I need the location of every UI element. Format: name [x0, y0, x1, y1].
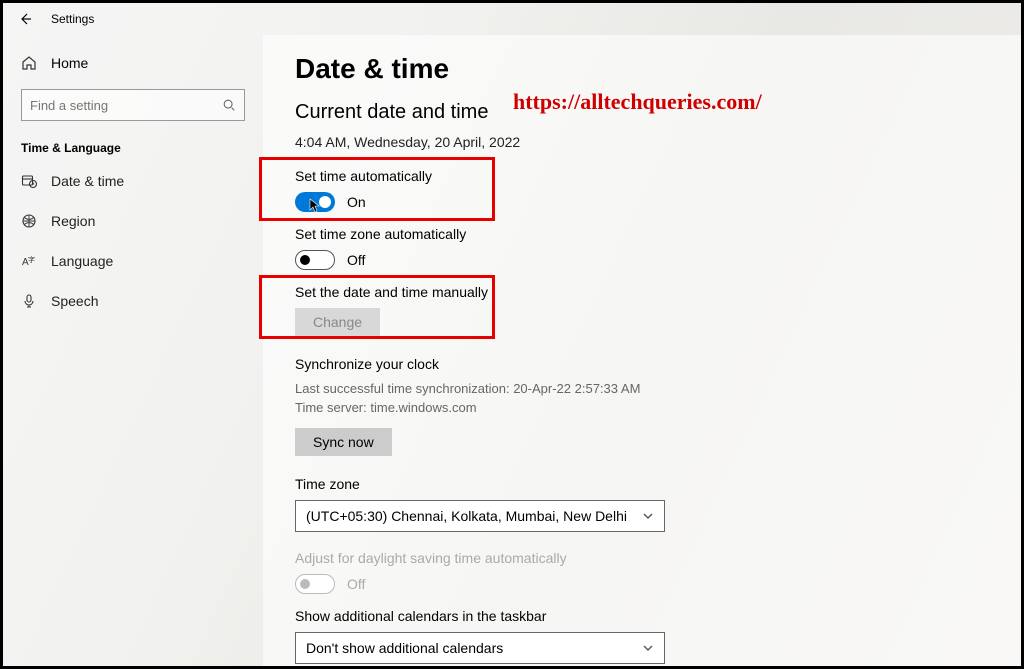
dst-state: Off: [347, 576, 365, 592]
watermark-text: https://alltechqueries.com/: [513, 89, 762, 115]
current-datetime: 4:04 AM, Wednesday, 20 April, 2022: [295, 134, 981, 150]
sidebar-item-speech[interactable]: Speech: [3, 281, 263, 321]
chevron-down-icon: [642, 510, 654, 522]
set-manual-label: Set the date and time manually: [295, 284, 981, 300]
dst-toggle: [295, 574, 335, 594]
timezone-value: (UTC+05:30) Chennai, Kolkata, Mumbai, Ne…: [306, 508, 627, 524]
sidebar-item-label: Date & time: [51, 173, 124, 189]
home-icon: [21, 55, 37, 71]
content-pane: Date & time Current date and time 4:04 A…: [263, 35, 1021, 666]
additional-cal-value: Don't show additional calendars: [306, 640, 503, 656]
dst-label: Adjust for daylight saving time automati…: [295, 550, 981, 566]
microphone-icon: [21, 293, 37, 309]
timezone-label: Time zone: [295, 476, 981, 492]
sidebar-item-region[interactable]: Region: [3, 201, 263, 241]
page-title: Date & time: [295, 53, 981, 85]
sync-heading: Synchronize your clock: [295, 356, 981, 372]
set-time-auto-state: On: [347, 194, 366, 210]
globe-icon: [21, 213, 37, 229]
sidebar-item-label: Speech: [51, 293, 98, 309]
language-icon: A字: [21, 253, 37, 269]
set-tz-auto-state: Off: [347, 252, 365, 268]
additional-cal-label: Show additional calendars in the taskbar: [295, 608, 981, 624]
sidebar-item-language[interactable]: A字 Language: [3, 241, 263, 281]
sidebar-item-date-time[interactable]: Date & time: [3, 161, 263, 201]
set-tz-auto-toggle[interactable]: [295, 250, 335, 270]
search-box[interactable]: [21, 89, 245, 121]
timezone-dropdown[interactable]: (UTC+05:30) Chennai, Kolkata, Mumbai, Ne…: [295, 500, 665, 532]
sidebar-item-label: Language: [51, 253, 113, 269]
search-input[interactable]: [30, 98, 205, 113]
additional-cal-dropdown[interactable]: Don't show additional calendars: [295, 632, 665, 664]
sync-server: Time server: time.windows.com: [295, 399, 981, 418]
sidebar-item-label: Region: [51, 213, 95, 229]
set-time-auto-toggle[interactable]: [295, 192, 335, 212]
window-title: Settings: [51, 12, 94, 26]
svg-text:字: 字: [28, 255, 35, 264]
calendar-clock-icon: [21, 173, 37, 189]
set-tz-auto-label: Set time zone automatically: [295, 226, 981, 242]
back-arrow-icon[interactable]: [17, 11, 33, 27]
sidebar: Home Time & Language Date & time Region: [3, 35, 263, 666]
set-time-auto-label: Set time automatically: [295, 168, 981, 184]
sync-now-button[interactable]: Sync now: [295, 428, 392, 456]
search-icon: [222, 98, 236, 112]
sidebar-home-label: Home: [51, 55, 88, 71]
chevron-down-icon: [642, 642, 654, 654]
sync-last: Last successful time synchronization: 20…: [295, 380, 981, 399]
change-button: Change: [295, 308, 380, 336]
sidebar-section-label: Time & Language: [3, 135, 263, 161]
sidebar-home[interactable]: Home: [3, 47, 263, 79]
